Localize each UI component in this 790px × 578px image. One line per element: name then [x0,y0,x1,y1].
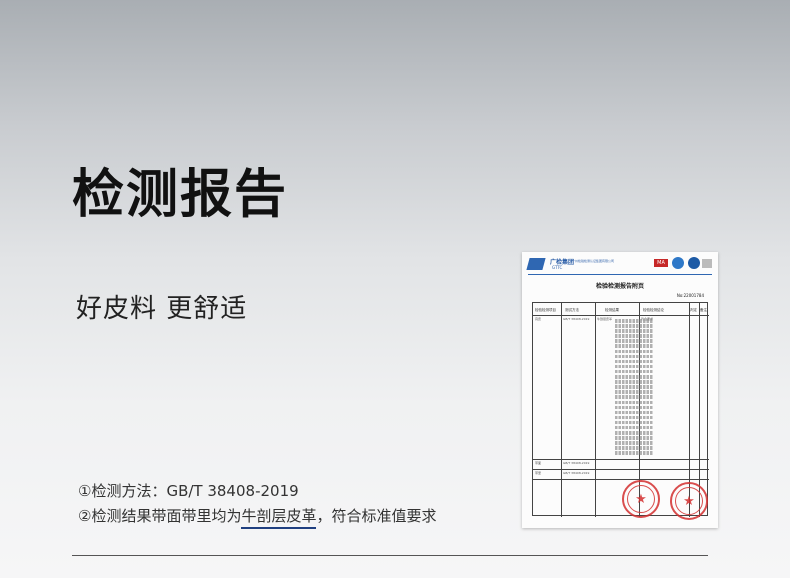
note-result-material: 牛剖层皮革 [241,507,317,529]
letterhead-rule [528,274,712,275]
report-body-text [615,319,653,457]
red-seal-stamp: ★ [670,482,708,520]
report-group-abbr: GTTC [552,265,563,270]
row-item: 带里 [535,471,542,475]
table-row [533,459,709,460]
header-method: 测试方法 [565,308,579,312]
row-result: 牛剖层皮革 [597,317,613,321]
cnas-mark-icon [688,257,700,269]
gttc-logo-icon [526,258,546,270]
table-row [533,315,709,316]
header-conclusion: 检验检测结论 [643,308,664,312]
header-judgement: 判定 [690,308,697,312]
ilac-mark-icon [672,257,684,269]
report-number: No:22001784 [676,293,704,298]
bottom-divider [72,555,708,556]
row-method: GB/T 38408-2019 [563,461,590,465]
red-seal-stamp: ★ [622,480,660,518]
note-result-prefix: ②检测结果带面带里均为 [78,507,242,525]
table-row [533,469,709,470]
row-item: 带面 [535,461,542,465]
report-institute: 广州检验检测认证集团有限公司 [572,259,615,263]
table-row [533,479,709,480]
report-letterhead: 广检集团 GTTC 广州检验检测认证集团有限公司 MA [526,256,712,274]
row-method: GB/T 38408-2019 [563,317,590,321]
page-subtitle: 好皮料 更舒适 [76,294,248,324]
test-notes: ①检测方法：GB/T 38408-2019 ②检测结果带面带里均为牛剖层皮革，符… [78,480,436,530]
page-title: 检测报告 [72,165,289,225]
note-result-suffix: ，符合标准值要求 [316,507,437,525]
cma-badge-icon: MA [654,259,668,267]
table-divider [595,303,596,517]
row-item: 真皮 [535,317,542,321]
table-divider [561,303,562,517]
report-heading: 检验检测报告附页 [595,283,644,290]
accreditation-mark-icon [702,259,712,268]
note-method: ①检测方法：GB/T 38408-2019 [78,482,299,500]
header-remark: 备注 [700,308,707,312]
note-result: ②检测结果带面带里均为牛剖层皮革，符合标准值要求 [78,505,436,530]
test-report-document: 广检集团 GTTC 广州检验检测认证集团有限公司 MA 检验检测报告附页 No:… [522,252,718,528]
row-method: GB/T 38408-2019 [563,471,590,475]
header-result: 检测结果 [605,308,619,312]
header-item: 检验检测项目 [535,308,556,312]
